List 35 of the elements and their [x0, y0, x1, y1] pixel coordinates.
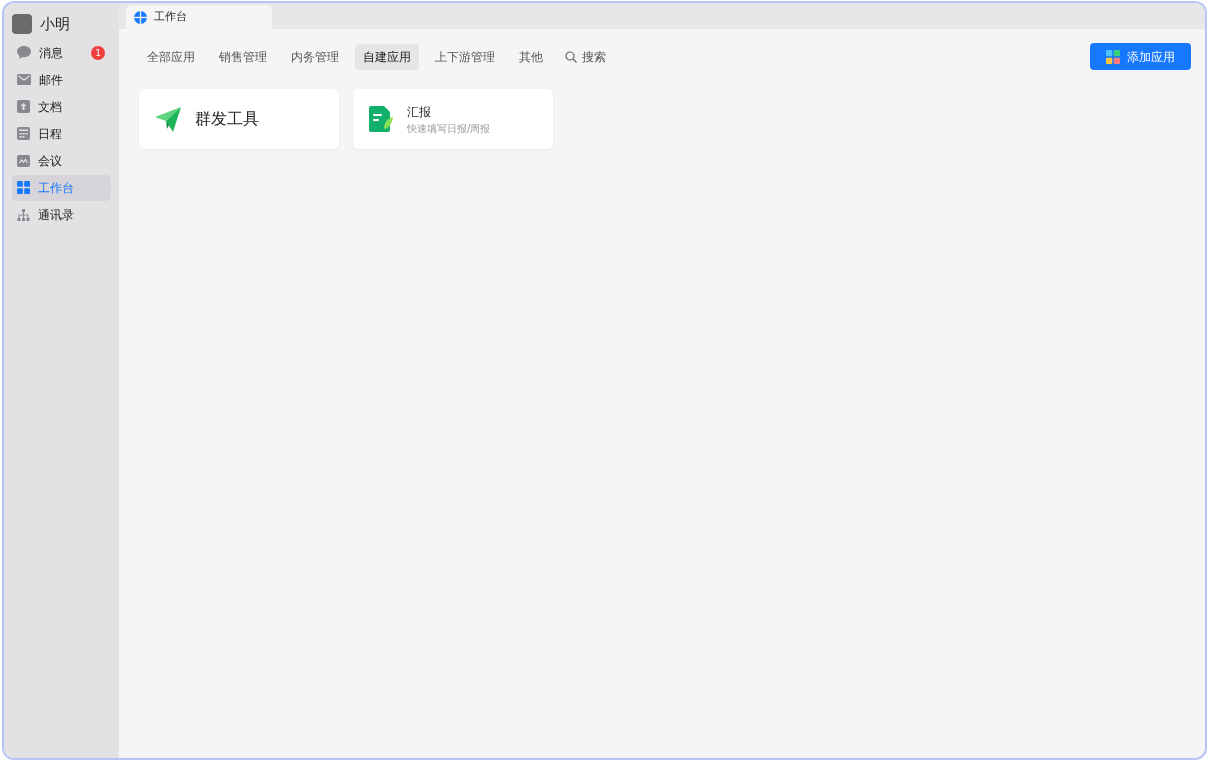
- category-tab[interactable]: 内务管理: [283, 43, 347, 70]
- category-tab[interactable]: 销售管理: [211, 43, 275, 70]
- unread-count-badge: 1: [91, 45, 105, 60]
- category-tab[interactable]: 上下游管理: [427, 43, 503, 70]
- sidebar-item[interactable]: 文档: [12, 93, 111, 120]
- search-button[interactable]: 搜索: [559, 43, 612, 70]
- org-chart-icon: [17, 208, 30, 221]
- sidebar-item[interactable]: 通讯录: [12, 201, 111, 228]
- workspace-tab[interactable]: 工作台: [126, 5, 272, 29]
- sidebar-item[interactable]: 邮件: [12, 66, 111, 93]
- sidebar-item[interactable]: 会议: [12, 147, 111, 174]
- category-tab[interactable]: 其他: [511, 43, 551, 70]
- grid-icon: [17, 181, 30, 194]
- app-card[interactable]: 群发工具: [139, 89, 339, 149]
- document-icon: [17, 100, 30, 113]
- search-icon: [565, 50, 577, 63]
- add-app-button[interactable]: 添加应用: [1090, 43, 1191, 70]
- avatar[interactable]: [12, 14, 32, 35]
- user-name: 小明: [40, 14, 70, 35]
- app-card[interactable]: 汇报 快速填写日报/周报: [353, 89, 553, 149]
- apps-icon: [1106, 49, 1120, 64]
- calendar-icon: [17, 127, 30, 140]
- sidebar-item[interactable]: 消息 1: [12, 39, 111, 66]
- report-icon: [369, 106, 393, 132]
- app-title: 群发工具: [195, 108, 259, 130]
- app-logo-icon: [134, 10, 147, 24]
- category-tab[interactable]: 全部应用: [139, 43, 203, 70]
- meeting-icon: [17, 154, 30, 167]
- chat-bubble-icon: [17, 46, 31, 59]
- app-title: 汇报: [407, 103, 432, 121]
- app-description: 快速填写日报/周报: [407, 121, 491, 136]
- sidebar-item[interactable]: 日程: [12, 120, 111, 147]
- category-tab[interactable]: 自建应用: [355, 43, 419, 70]
- paper-plane-icon: [155, 106, 181, 132]
- mail-icon: [17, 74, 31, 85]
